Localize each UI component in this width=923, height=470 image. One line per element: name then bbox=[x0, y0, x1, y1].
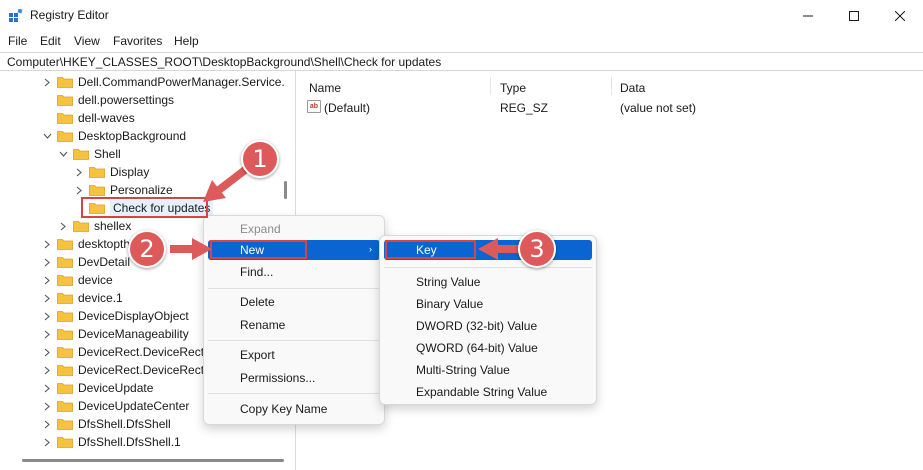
arrow-3-head bbox=[478, 238, 498, 260]
arrow-1 bbox=[211, 166, 249, 197]
callout-3: 3 bbox=[518, 230, 556, 268]
callout-2: 2 bbox=[128, 230, 166, 268]
arrow-2-head bbox=[192, 238, 212, 260]
callout-1: 1 bbox=[241, 140, 279, 178]
